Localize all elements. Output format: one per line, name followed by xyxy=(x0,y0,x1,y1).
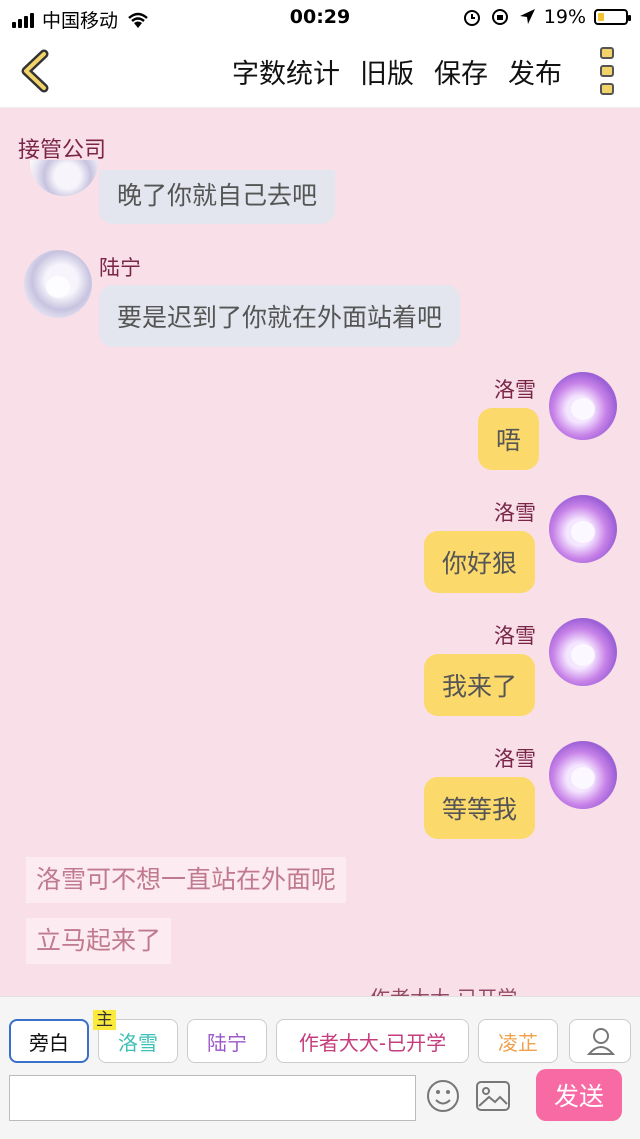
sender-name: 洛雪 xyxy=(494,624,536,648)
role-chip-luning[interactable]: 陆宁 xyxy=(187,1019,267,1063)
alarm-icon xyxy=(463,10,480,26)
role-selector: 旁白 主 洛雪 陆宁 作者大大-已开学 凌芷 xyxy=(9,1010,558,1063)
message-bubble: 要是迟到了你就在外面站着吧 xyxy=(99,285,461,347)
avatar[interactable] xyxy=(549,372,617,440)
avatar[interactable] xyxy=(24,250,92,318)
role-chip-lingzhi[interactable]: 凌芷 xyxy=(478,1019,558,1063)
main-role-badge: 主 xyxy=(93,1010,116,1030)
role-label: 陆宁 xyxy=(207,1030,247,1055)
avatar[interactable] xyxy=(30,160,98,196)
role-chip-author[interactable]: 作者大大-已开学 xyxy=(276,1019,469,1063)
role-chip-narrator[interactable]: 旁白 xyxy=(9,1019,89,1063)
role-label: 洛雪 xyxy=(118,1030,158,1055)
message-bubble: 我来了 xyxy=(424,654,536,716)
role-label: 凌芷 xyxy=(498,1030,538,1055)
old-version-button[interactable]: 旧版 xyxy=(360,52,414,91)
avatar[interactable] xyxy=(549,741,617,809)
message-bubble: 晚了你就自己去吧 xyxy=(99,170,336,224)
location-icon xyxy=(519,9,535,24)
sender-name: 陆宁 xyxy=(99,256,141,280)
battery-icon xyxy=(594,9,631,25)
role-label: 旁白 xyxy=(29,1030,69,1055)
nav-bar: 字数统计 旧版 保存 发布 xyxy=(0,34,640,108)
back-button[interactable] xyxy=(14,48,58,94)
role-label: 作者大大-已开学 xyxy=(298,1030,447,1055)
nav-actions: 字数统计 旧版 保存 发布 xyxy=(232,52,562,91)
publish-button[interactable]: 发布 xyxy=(508,52,562,91)
sender-name: 洛雪 xyxy=(494,747,536,771)
avatar[interactable] xyxy=(549,618,617,686)
rotation-lock-icon xyxy=(491,9,508,25)
add-role-button[interactable] xyxy=(569,1019,631,1063)
status-bar: 中国移动 00:29 19% xyxy=(0,0,640,34)
person-icon xyxy=(586,1028,616,1055)
avatar[interactable] xyxy=(549,495,617,563)
input-panel: 旁白 主 洛雪 陆宁 作者大大-已开学 凌芷 发送 xyxy=(0,996,640,1139)
battery-percent: 19% xyxy=(543,6,586,28)
message-bubble: 你好狠 xyxy=(424,531,536,593)
narration-text: 洛雪可不想一直站在外面呢 xyxy=(26,857,347,903)
more-menu-icon[interactable] xyxy=(600,47,618,95)
send-button[interactable]: 发送 xyxy=(536,1069,622,1121)
save-button[interactable]: 保存 xyxy=(434,52,488,91)
image-icon[interactable] xyxy=(476,1081,510,1111)
message-input[interactable] xyxy=(9,1075,416,1121)
message-bubble: 唔 xyxy=(478,408,540,470)
sender-name: 洛雪 xyxy=(494,501,536,525)
role-chip-luoxue[interactable]: 主 洛雪 xyxy=(93,1010,178,1063)
narration-text: 立马起来了 xyxy=(26,918,172,964)
message-bubble: 等等我 xyxy=(424,777,536,839)
word-count-button[interactable]: 字数统计 xyxy=(232,52,340,91)
sender-name: 洛雪 xyxy=(494,378,536,402)
emoji-icon[interactable] xyxy=(426,1079,460,1113)
status-right: 19% xyxy=(462,6,631,28)
